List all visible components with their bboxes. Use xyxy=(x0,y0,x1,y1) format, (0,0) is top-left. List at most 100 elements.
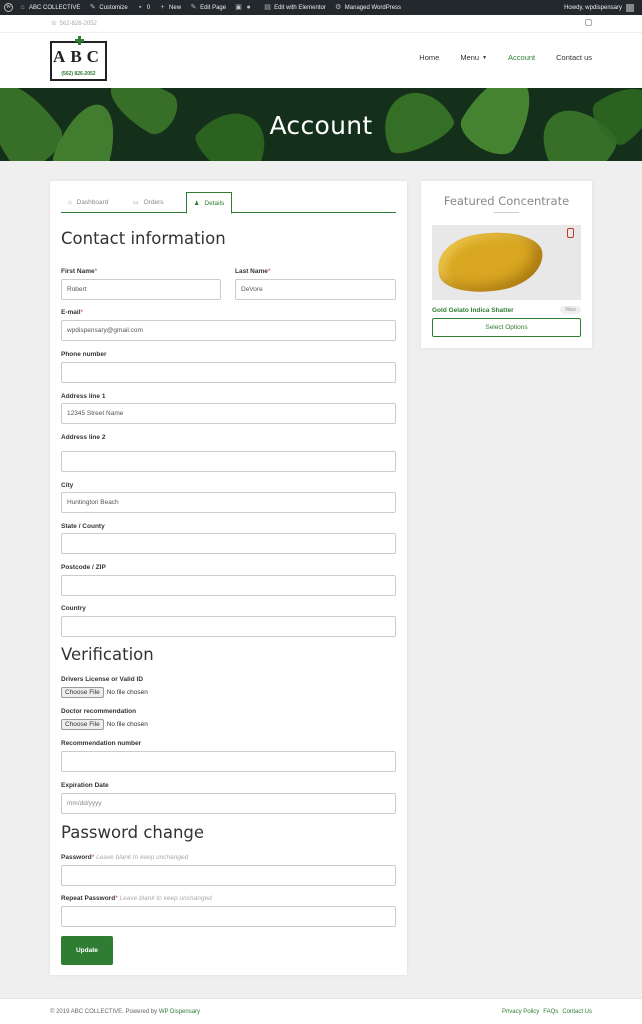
brush-icon: ✎ xyxy=(89,4,96,11)
hero-banner: Account xyxy=(0,88,642,161)
last-name-label-text: Last Name xyxy=(235,268,268,275)
state-label: State / County xyxy=(61,523,105,530)
required-mark: * xyxy=(267,268,271,275)
password-hint: Leave blank to keep unchanged xyxy=(96,854,189,861)
city-label: City xyxy=(61,482,74,489)
country-field[interactable] xyxy=(61,616,396,637)
product-image[interactable] xyxy=(432,225,581,300)
home-icon: ⌂ xyxy=(20,4,25,11)
admin-edit-page[interactable]: ✎ Edit Page xyxy=(190,4,226,11)
footer-link-contact[interactable]: Contact Us xyxy=(562,1009,592,1015)
address2-field[interactable] xyxy=(61,451,396,472)
instagram-icon[interactable] xyxy=(585,19,592,26)
category-badge: Wax xyxy=(560,306,581,314)
admin-managed[interactable]: ⚙ Managed WordPress xyxy=(335,4,401,11)
footer-links: Privacy Policy FAQs Contact Us xyxy=(498,1009,592,1015)
howdy-label: Howdy, wpdispensary xyxy=(564,4,622,11)
email-field[interactable]: wpdispensary@gmail.com xyxy=(61,320,396,341)
nav-account[interactable]: Account xyxy=(508,53,535,62)
powered-by-link[interactable]: WP Dispensary xyxy=(159,1009,200,1015)
admin-new[interactable]: + New xyxy=(159,4,182,11)
widget-title: Featured Concentrate xyxy=(443,194,570,208)
email-label-text: E-mail xyxy=(61,309,81,316)
footer-copyright: © 2019 ABC COLLECTIVE. Powered by WP Dis… xyxy=(50,1009,200,1015)
footer-link-faqs[interactable]: FAQs xyxy=(543,1009,558,1015)
doctor-file-status: No file chosen xyxy=(106,721,148,728)
postcode-field[interactable] xyxy=(61,575,396,596)
admin-elementor[interactable]: ▤ Edit with Elementor xyxy=(264,4,326,11)
featured-widget: Featured Concentrate Gold Gelato Indica … xyxy=(421,181,592,348)
license-file-input[interactable]: Choose File No file chosen xyxy=(61,687,148,698)
required-mark: * xyxy=(91,854,95,861)
admin-edit-page-label: Edit Page xyxy=(200,4,227,11)
avatar xyxy=(626,3,634,12)
top-phone[interactable]: ☏ 562-826-2052 xyxy=(50,20,97,28)
page-title: Account xyxy=(269,111,373,140)
email-label: E-mail* xyxy=(61,309,83,316)
admin-site-name[interactable]: ⌂ ABC COLLECTIVE xyxy=(19,4,80,11)
footer-link-privacy[interactable]: Privacy Policy xyxy=(502,1009,539,1015)
required-mark: * xyxy=(115,895,118,902)
first-name-label: First Name* xyxy=(61,268,97,275)
account-details-card: ⌂ Dashboard ▭ Orders ♟ Details Contact info… xyxy=(50,181,407,975)
site-footer: © 2019 ABC COLLECTIVE. Powered by WP Dis… xyxy=(0,998,642,1024)
nav-home-label: Home xyxy=(419,53,440,62)
verification-heading: Verification xyxy=(61,645,154,664)
password-field[interactable] xyxy=(61,865,396,886)
nav-menu[interactable]: Menu ▼ xyxy=(460,53,487,62)
expiration-date-field[interactable]: mm/dd/yyyy xyxy=(61,793,396,814)
last-name-field[interactable]: DeVore xyxy=(235,279,396,300)
doctor-choose-file-button[interactable]: Choose File xyxy=(61,719,104,730)
first-name-field[interactable]: Robert xyxy=(61,279,221,300)
admin-bar: W ⌂ ABC COLLECTIVE ✎ Customize ▪ 0 + New ✎ Ed… xyxy=(0,0,642,15)
wordpress-logo-icon[interactable]: W xyxy=(4,3,13,12)
admin-managed-label: Managed WordPress xyxy=(344,4,402,11)
first-name-label-text: First Name xyxy=(61,268,95,275)
admin-plugin-icons[interactable]: ▣ ● xyxy=(235,4,255,11)
nav-contact-label: Contact us xyxy=(556,53,592,62)
tab-dashboard[interactable]: ⌂ Dashboard xyxy=(61,192,115,213)
product-name-link[interactable]: Gold Gelato Indica Shatter xyxy=(432,307,514,314)
pencil-icon: ✎ xyxy=(190,4,197,11)
repeat-password-label: Repeat Password* Leave blank to keep unc… xyxy=(61,895,212,902)
tab-details[interactable]: ♟ Details xyxy=(186,192,233,214)
select-options-button[interactable]: Select Options xyxy=(432,318,581,337)
state-field[interactable] xyxy=(61,533,396,554)
tab-orders[interactable]: ▭ Orders xyxy=(126,192,171,213)
update-button[interactable]: Update xyxy=(61,936,113,965)
shatter-image xyxy=(435,227,546,297)
license-label: Drivers License or Valid ID xyxy=(61,676,144,683)
city-field[interactable]: Huntington Beach xyxy=(61,492,396,513)
phone-label: Phone number xyxy=(61,351,107,358)
expiration-label: Expiration Date xyxy=(61,782,109,789)
nav-home[interactable]: Home xyxy=(419,53,439,62)
main-nav: Home Menu ▼ Account Contact us xyxy=(398,53,592,62)
admin-customize[interactable]: ✎ Customize xyxy=(89,4,128,11)
password-label: Password* Leave blank to keep unchanged xyxy=(61,854,188,861)
required-mark: * xyxy=(94,268,98,275)
repeat-password-field[interactable] xyxy=(61,906,396,927)
account-tabs: ⌂ Dashboard ▭ Orders ♟ Details xyxy=(61,192,396,214)
home-icon: ⌂ xyxy=(68,199,72,206)
required-mark: * xyxy=(80,309,84,316)
doctor-file-input[interactable]: Choose File No file chosen xyxy=(61,719,148,730)
comments-count: 0 xyxy=(146,4,151,11)
license-choose-file-button[interactable]: Choose File xyxy=(61,687,104,698)
tab-orders-label: Orders xyxy=(143,199,164,206)
cross-icon xyxy=(75,36,84,45)
tab-dashboard-label: Dashboard xyxy=(76,199,109,206)
nav-menu-label: Menu xyxy=(460,53,480,62)
widget-divider xyxy=(494,212,519,213)
admin-account[interactable]: Howdy, wpdispensary xyxy=(564,0,634,15)
logo-phone: (562) 826-2052 xyxy=(61,71,96,77)
rec-number-field[interactable] xyxy=(61,751,396,772)
nav-contact[interactable]: Contact us xyxy=(556,53,592,62)
rec-number-label: Recommendation number xyxy=(61,740,142,747)
admin-site-name-label: ABC COLLECTIVE xyxy=(29,4,81,11)
site-logo[interactable]: ABC (562) 826-2052 xyxy=(50,36,107,81)
tag-icon xyxy=(567,228,574,238)
nav-account-label: Account xyxy=(508,53,536,62)
admin-comments[interactable]: ▪ 0 xyxy=(137,4,150,11)
phone-field[interactable] xyxy=(61,362,396,383)
address1-field[interactable]: 12345 Street Name xyxy=(61,403,396,424)
